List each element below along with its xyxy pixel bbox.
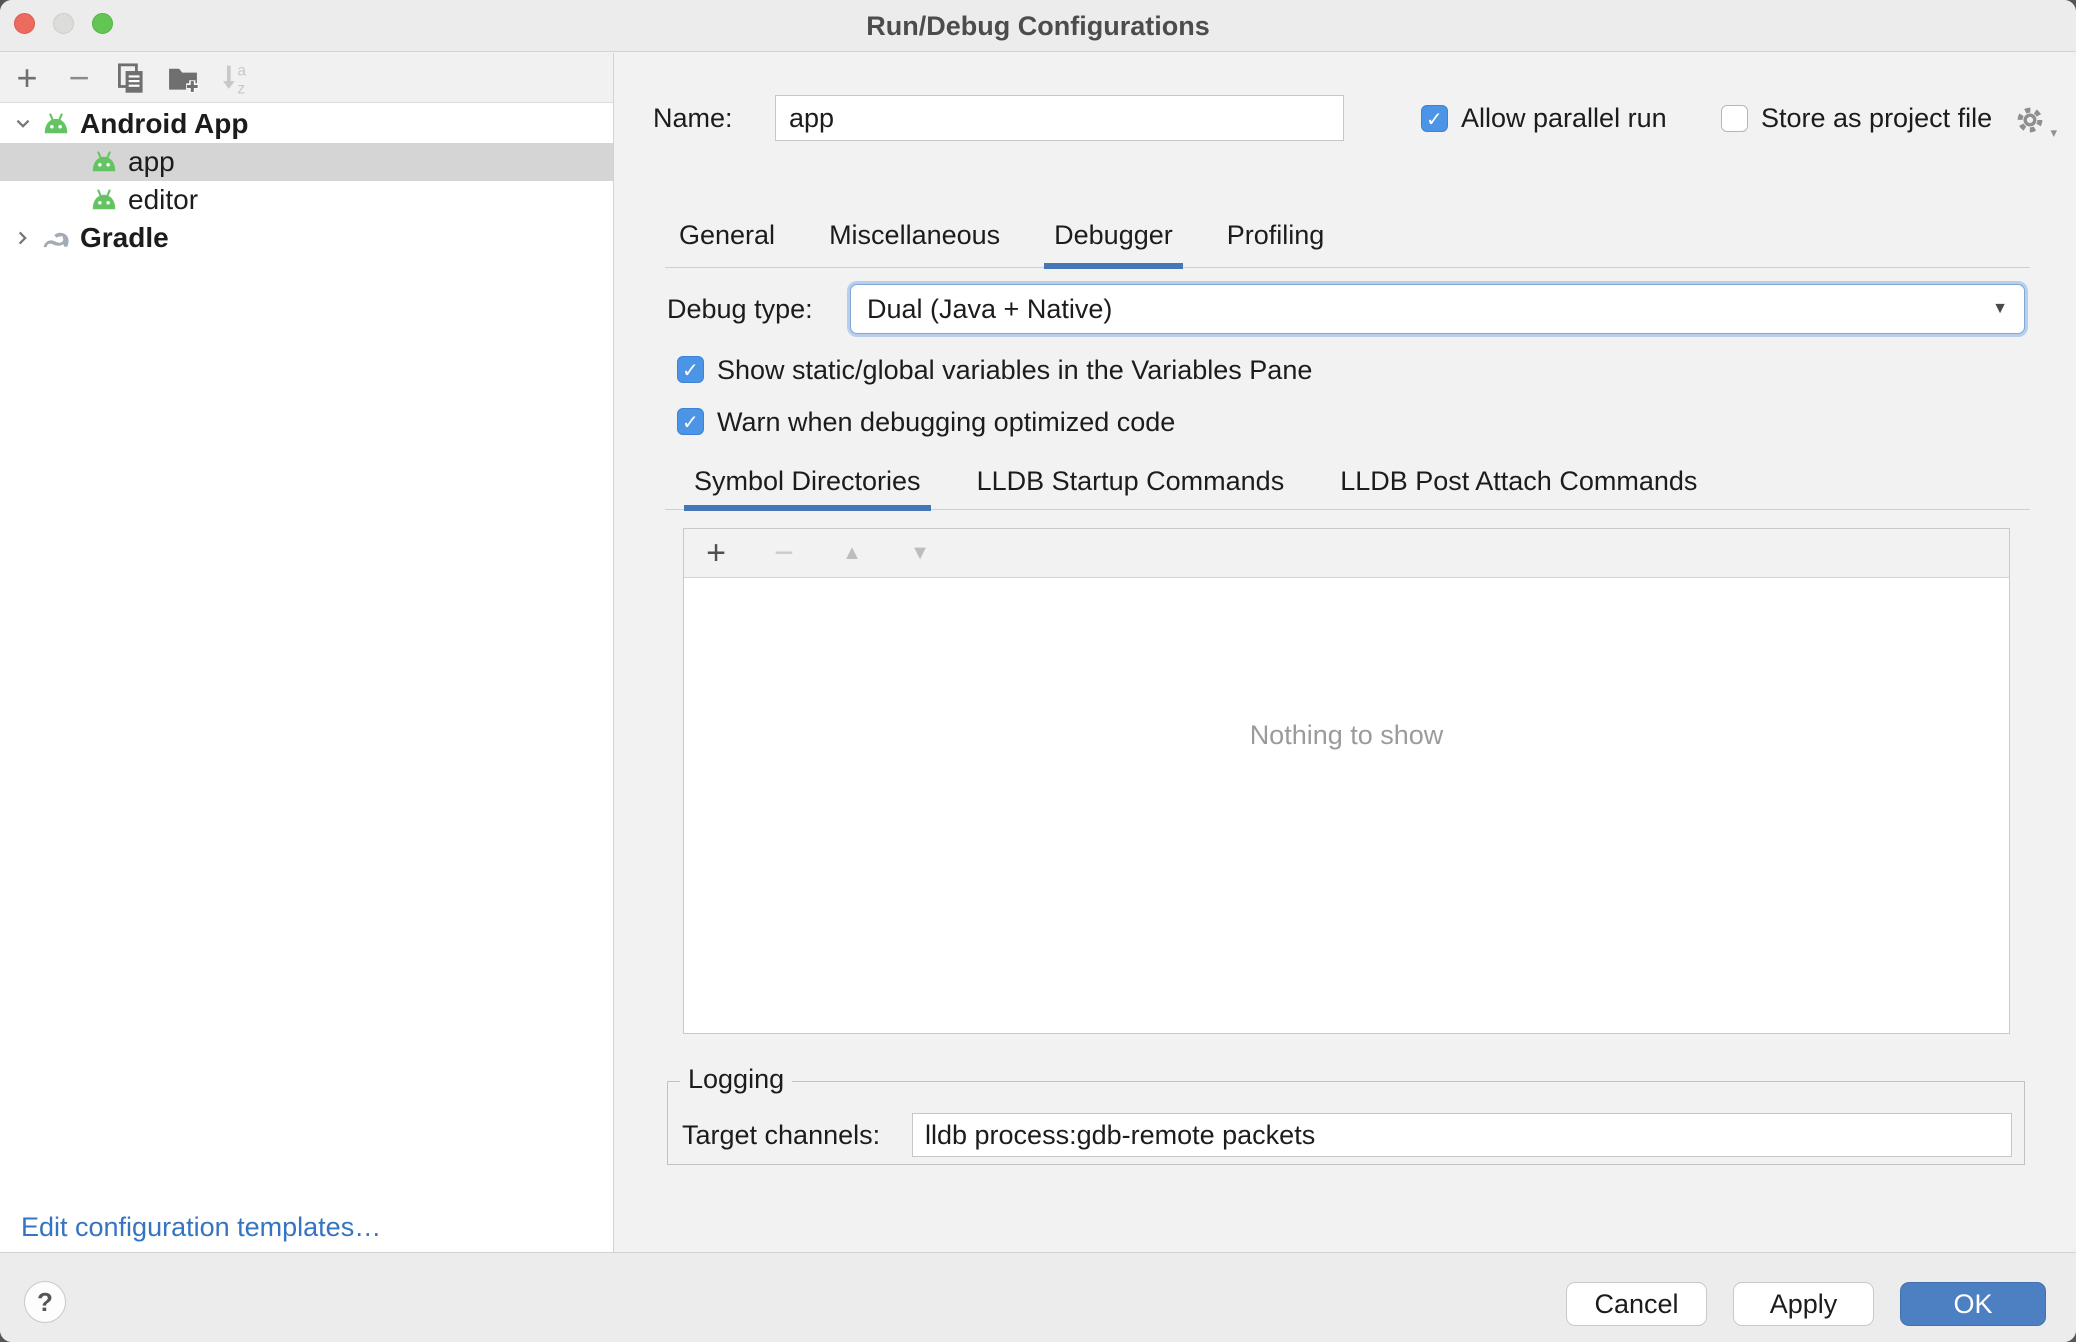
android-icon: [40, 112, 72, 137]
android-icon: [88, 188, 120, 213]
apply-button[interactable]: Apply: [1733, 1282, 1874, 1326]
warn-optimized-code-label: Warn when debugging optimized code: [717, 402, 1175, 442]
add-configuration-icon[interactable]: +: [8, 58, 46, 98]
debugger-subtabs: Symbol Directories LLDB Startup Commands…: [692, 465, 1699, 509]
debug-type-dropdown[interactable]: Dual (Java + Native) ▼: [850, 284, 2025, 334]
move-up-icon[interactable]: ▲: [834, 533, 870, 573]
gradle-icon: [40, 226, 72, 251]
chevron-down-icon[interactable]: [10, 114, 36, 134]
subtab-symbol-directories[interactable]: Symbol Directories: [692, 465, 923, 509]
tree-group-label: Android App: [80, 108, 248, 140]
new-folder-icon[interactable]: [164, 58, 202, 98]
sort-alphabetically-icon[interactable]: a z: [216, 58, 254, 98]
tree-group-gradle[interactable]: Gradle: [0, 219, 613, 257]
tree-group-label: Gradle: [80, 222, 169, 254]
target-channels-input[interactable]: [912, 1113, 2012, 1157]
target-channels-label: Target channels:: [682, 1112, 880, 1158]
show-static-globals-label: Show static/global variables in the Vari…: [717, 350, 1312, 390]
move-down-icon[interactable]: ▼: [902, 533, 938, 573]
logging-legend: Logging: [680, 1064, 792, 1095]
allow-parallel-run-checkbox[interactable]: [1421, 105, 1448, 132]
run-debug-configurations-dialog: Run/Debug Configurations + −: [0, 0, 2076, 1342]
show-static-globals-checkbox[interactable]: [677, 356, 704, 383]
store-as-project-file-label: Store as project file: [1761, 94, 1992, 142]
svg-text:z: z: [237, 80, 245, 95]
debug-type-value: Dual (Java + Native): [867, 285, 1112, 333]
remove-row-icon[interactable]: −: [766, 533, 802, 573]
edit-configuration-templates-link[interactable]: Edit configuration templates…: [21, 1207, 381, 1247]
debug-type-label: Debug type:: [667, 286, 813, 332]
symbol-table-toolbar: + − ▲ ▼: [684, 529, 2009, 578]
subtab-lldb-startup-commands[interactable]: LLDB Startup Commands: [975, 465, 1287, 509]
cancel-button[interactable]: Cancel: [1566, 1282, 1707, 1326]
allow-parallel-run-label: Allow parallel run: [1461, 94, 1667, 142]
configuration-tabs: General Miscellaneous Debugger Profiling: [677, 219, 1326, 267]
name-input[interactable]: [775, 95, 1344, 141]
configurations-tree: Android App app: [0, 105, 613, 257]
logging-group: Logging Target channels:: [667, 1081, 2025, 1165]
configuration-editor-pane: Name: Allow parallel run Store as projec…: [615, 53, 2076, 1252]
tree-item-label: editor: [128, 184, 198, 216]
copy-configuration-icon[interactable]: [112, 58, 150, 98]
warn-optimized-code-checkbox[interactable]: [677, 408, 704, 435]
add-row-icon[interactable]: +: [698, 533, 734, 573]
tree-group-android-app[interactable]: Android App: [0, 105, 613, 143]
dialog-footer: ? Cancel Apply OK: [0, 1252, 2076, 1342]
store-settings-gear-icon[interactable]: ▾: [2013, 103, 2057, 137]
tree-item-label: app: [128, 146, 175, 178]
tab-debugger[interactable]: Debugger: [1052, 219, 1175, 267]
svg-text:a: a: [237, 62, 246, 79]
tab-profiling[interactable]: Profiling: [1225, 219, 1327, 267]
chevron-down-icon: ▼: [1992, 285, 2008, 333]
remove-configuration-icon[interactable]: −: [60, 58, 98, 98]
title-bar: Run/Debug Configurations: [0, 0, 2076, 52]
symbol-directories-table: + − ▲ ▼ Nothing to show: [683, 528, 2010, 1034]
store-as-project-file-checkbox[interactable]: [1721, 105, 1748, 132]
tabs-divider: [665, 267, 2030, 268]
sidebar-toolbar: + −: [0, 53, 613, 103]
action-buttons: Cancel Apply OK: [1566, 1282, 2046, 1326]
tab-miscellaneous[interactable]: Miscellaneous: [827, 219, 1002, 267]
tree-item-app[interactable]: app: [0, 143, 613, 181]
empty-table-message: Nothing to show: [684, 720, 2009, 751]
ok-button[interactable]: OK: [1900, 1282, 2046, 1326]
tab-general[interactable]: General: [677, 219, 777, 267]
configurations-sidebar: + −: [0, 53, 614, 1252]
name-label: Name:: [653, 94, 733, 142]
tree-item-editor[interactable]: editor: [0, 181, 613, 219]
help-button[interactable]: ?: [24, 1281, 66, 1323]
subtab-lldb-post-attach-commands[interactable]: LLDB Post Attach Commands: [1338, 465, 1699, 509]
chevron-right-icon[interactable]: [10, 228, 36, 248]
chevron-down-icon: ▾: [2050, 125, 2057, 141]
android-icon: [88, 150, 120, 175]
window-title: Run/Debug Configurations: [0, 0, 2076, 52]
